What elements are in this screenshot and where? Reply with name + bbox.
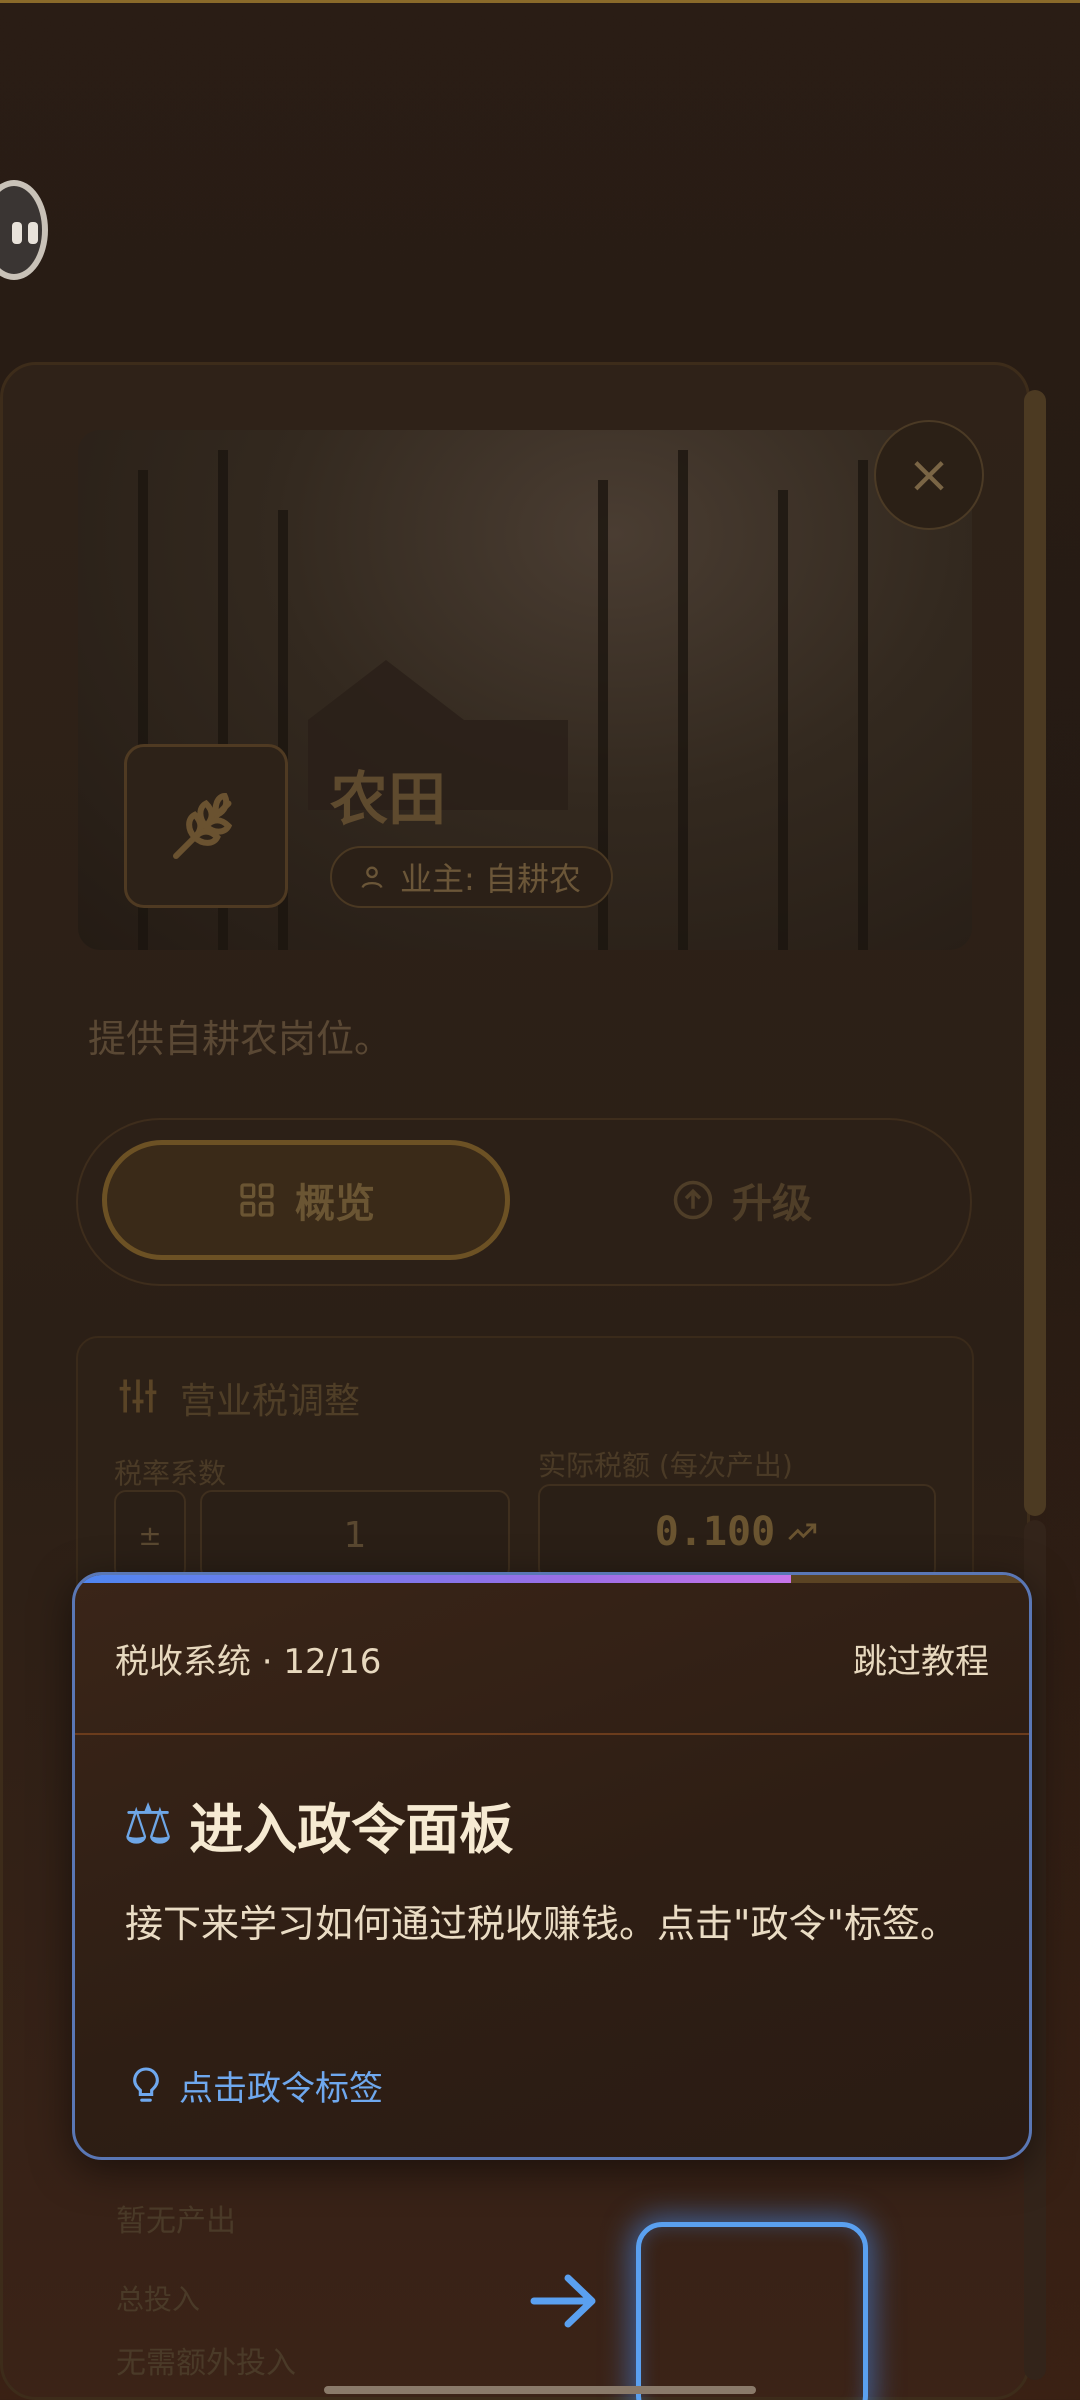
- actual-tax-label: 实际税额 (每次产出): [538, 1449, 793, 1482]
- owner-badge: 业主: 自耕农: [330, 846, 613, 908]
- total-input-value: 无需额外投入: [116, 2346, 296, 2381]
- close-icon: ×: [907, 445, 951, 505]
- tab-overview[interactable]: 概览: [102, 1140, 510, 1260]
- arrow-up-circle-icon: [673, 1180, 713, 1220]
- tutorial-title-text: 进入政令面板: [189, 1798, 514, 1861]
- total-input-title: 总投入: [116, 2283, 201, 2316]
- user-icon: [361, 866, 383, 889]
- assistant-avatar[interactable]: [0, 180, 48, 280]
- balance-scale-icon: ⚖: [123, 1792, 174, 1857]
- grid-icon: [240, 1183, 274, 1217]
- skip-tutorial-button[interactable]: 跳过教程: [853, 1634, 989, 1683]
- avatar-eye: [28, 222, 38, 244]
- rate-input[interactable]: 1: [200, 1490, 510, 1580]
- avatar-eye: [12, 222, 22, 244]
- building-name: 农田: [330, 765, 447, 833]
- tab-upgrade[interactable]: 升级: [538, 1140, 946, 1260]
- tutorial-body: 接下来学习如何通过税收赚钱。点击"政令"标签。: [125, 1902, 958, 1946]
- owner-label: 业主: 自耕农: [400, 860, 581, 898]
- arrow-right-icon: [530, 2274, 596, 2328]
- highlight-target-decree-tab[interactable]: [636, 2222, 868, 2400]
- tutorial-step: 税收系统 · 12/16: [115, 1641, 382, 1682]
- tutorial-card: 税收系统 · 12/16 跳过教程 ⚖ 进入政令面板 接下来学习如何通过税收赚钱…: [72, 1572, 1032, 2160]
- trending-up-icon: [788, 1523, 817, 1541]
- wheat-icon: [124, 744, 288, 908]
- tab-overview-label: 概览: [295, 1181, 375, 1227]
- tutorial-header: 税收系统 · 12/16 跳过教程: [75, 1583, 1029, 1735]
- lightbulb-icon: [133, 2066, 159, 2102]
- home-indicator[interactable]: [324, 2386, 756, 2394]
- actual-tax-number: 0.100: [654, 1509, 776, 1555]
- tutorial-progress-bar: [75, 1575, 791, 1583]
- panel-scrollbar[interactable]: [1024, 390, 1046, 1516]
- tutorial-hint-text: 点击政令标签: [179, 2069, 383, 2109]
- tab-upgrade-label: 升级: [732, 1181, 812, 1227]
- tutorial-hint: 点击政令标签: [129, 2061, 383, 2110]
- sliders-icon: [119, 1379, 157, 1413]
- building-description: 提供自耕农岗位。: [88, 1017, 393, 1061]
- actual-tax-value: 0.100: [538, 1484, 936, 1580]
- tax-panel-title: 营业税调整: [180, 1381, 361, 1422]
- rate-toggle-button[interactable]: ±: [114, 1490, 186, 1580]
- tutorial-title: ⚖ 进入政令面板: [123, 1785, 513, 1864]
- rate-label: 税率系数: [114, 1457, 227, 1490]
- close-button[interactable]: ×: [874, 420, 984, 530]
- output-status: 暂无产出: [116, 2204, 236, 2239]
